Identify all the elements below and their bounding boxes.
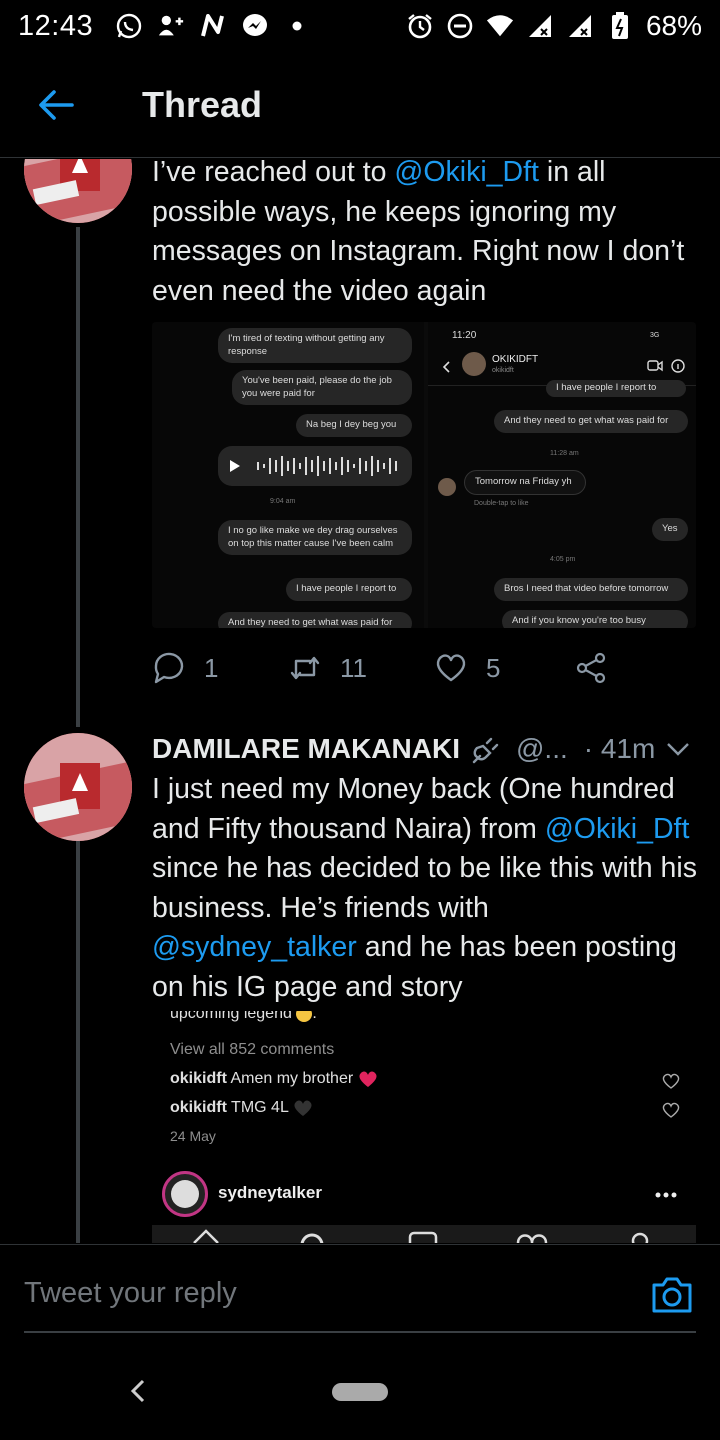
voice-note xyxy=(218,446,412,486)
more-icon xyxy=(655,1192,677,1198)
chat-bubble: I no go like make we dey drag ourselves … xyxy=(218,520,412,555)
chat-timestamp: 11:28 am xyxy=(550,450,579,457)
back-button[interactable] xyxy=(28,77,84,133)
chat-bubble: Na beg I dey beg you xyxy=(296,414,412,437)
mention-link[interactable]: @Okiki_Dft xyxy=(545,813,690,845)
ig-username: sydneytalker xyxy=(218,1183,322,1202)
tweet-header: DAMILARE MAKANAKI @... · 41m xyxy=(152,729,700,769)
chat-bubble: Yes xyxy=(652,518,688,541)
chat-subname: okikidft xyxy=(492,367,514,374)
alarm-icon xyxy=(406,12,434,40)
tweet-actions: 1 11 5 xyxy=(152,643,632,693)
avatar xyxy=(162,1171,208,1217)
tweet-image[interactable]: upcoming legend . View all 852 comments … xyxy=(152,1011,696,1243)
chat-bubble: And they need to get what was paid for xyxy=(494,410,688,433)
retweet-icon xyxy=(290,656,320,680)
thread-line xyxy=(76,227,80,727)
share-button[interactable] xyxy=(574,651,608,685)
view-comments-link: View all 852 comments xyxy=(170,1041,335,1058)
video-call-icon xyxy=(647,359,685,373)
retweet-count: 11 xyxy=(340,652,367,683)
network-label: 3G xyxy=(650,332,660,339)
thread: I’ve reached out to @Okiki_Dft in all po… xyxy=(0,159,720,1243)
chat-bubble: And they need to get what was paid for xyxy=(218,612,412,628)
tweet-text: I’ve reached out to @Okiki_Dft in all po… xyxy=(152,159,700,311)
chat-screenshot-right: 11:20 3G OKIKIDFT okikidft I have people… xyxy=(428,322,696,628)
chat-bubble: And if you know you're too busy xyxy=(502,610,688,628)
chat-timestamp: 4:05 pm xyxy=(550,556,576,563)
avatar xyxy=(438,478,456,496)
signal-icon xyxy=(566,12,594,40)
retweet-button[interactable]: 11 xyxy=(288,651,434,685)
n-app-icon xyxy=(199,12,227,40)
chevron-down-icon[interactable] xyxy=(664,739,692,759)
chat-bubble: Bros I need that video before tomorrow xyxy=(494,578,688,601)
heart-icon xyxy=(662,1073,680,1089)
chat-bubble: I have people I report to xyxy=(286,578,412,601)
avatar[interactable] xyxy=(24,159,132,223)
chat-screenshot-left: I'm tired of texting without getting any… xyxy=(152,322,424,628)
back-arrow-icon xyxy=(39,89,74,120)
share-icon xyxy=(576,652,606,684)
heart-icon xyxy=(436,654,466,682)
ig-post-header: sydneytalker xyxy=(152,1169,696,1219)
post-date: 24 May xyxy=(170,1128,216,1144)
chat-hint: Double-tap to like xyxy=(474,500,529,507)
tweet-image[interactable]: I'm tired of texting without getting any… xyxy=(152,322,696,628)
messenger-icon xyxy=(241,12,269,40)
wifi-icon xyxy=(486,12,514,40)
thread-header: Thread xyxy=(0,52,720,158)
page-title: Thread xyxy=(142,83,263,125)
signal-icon xyxy=(526,12,554,40)
author-name[interactable]: DAMILARE MAKANAKI xyxy=(152,733,460,765)
author-handle: @... xyxy=(515,733,568,764)
emoji-icon xyxy=(296,1011,313,1022)
battery-percent: 68% xyxy=(645,10,702,41)
black-heart-icon xyxy=(294,1100,312,1116)
reply-icon xyxy=(154,652,184,684)
mention-link[interactable]: @sydney_talker xyxy=(152,931,357,963)
chat-username: OKIKIDFT xyxy=(492,354,539,365)
nav-back-icon[interactable] xyxy=(126,1378,152,1404)
chat-bubble: I'm tired of texting without getting any… xyxy=(218,328,412,363)
avatar[interactable] xyxy=(24,733,132,841)
dnd-icon xyxy=(446,12,474,40)
add-user-icon xyxy=(157,12,185,40)
home-pill[interactable] xyxy=(332,1383,388,1401)
status-time: 12:43 xyxy=(18,9,94,42)
chat-timestamp: 9:04 am xyxy=(270,498,296,505)
phone-time: 11:20 xyxy=(452,330,477,341)
whatsapp-icon xyxy=(115,12,143,40)
status-bar: 12:43 68% xyxy=(0,0,720,52)
ig-comment: okikidft Amen my brother xyxy=(170,1070,378,1088)
dot-icon xyxy=(283,12,311,40)
mention-link[interactable]: @Okiki_Dft xyxy=(394,159,539,188)
ig-comment: okikidft TMG 4L xyxy=(170,1099,313,1117)
ig-caption: upcoming legend . xyxy=(170,1011,317,1023)
reply-input[interactable]: Tweet your reply xyxy=(24,1277,237,1310)
reply-count: 1 xyxy=(204,652,219,683)
camera-icon[interactable] xyxy=(650,1275,694,1315)
chat-bubble: Tomorrow na Friday yh xyxy=(464,470,586,495)
red-heart-icon xyxy=(359,1071,377,1087)
reply-bar: Tweet your reply xyxy=(0,1244,720,1334)
ig-bottom-nav xyxy=(152,1225,696,1243)
chat-bubble: I have people I report to xyxy=(546,380,686,397)
tweet-text: I just need my Money back (One hundred a… xyxy=(152,773,697,1003)
heart-icon xyxy=(662,1102,680,1118)
chevron-left-icon xyxy=(442,361,450,373)
battery-icon xyxy=(606,12,634,40)
avatar xyxy=(462,352,486,376)
like-count: 5 xyxy=(486,652,501,683)
plug-icon xyxy=(472,737,499,764)
thread-line xyxy=(76,839,80,1243)
reply-underline xyxy=(24,1331,696,1333)
chat-bubble: You've been paid, please do the job you … xyxy=(232,370,412,405)
tweet-time: · 41m xyxy=(583,733,656,764)
reply-button[interactable]: 1 xyxy=(152,651,288,685)
like-button[interactable]: 5 xyxy=(434,651,574,685)
